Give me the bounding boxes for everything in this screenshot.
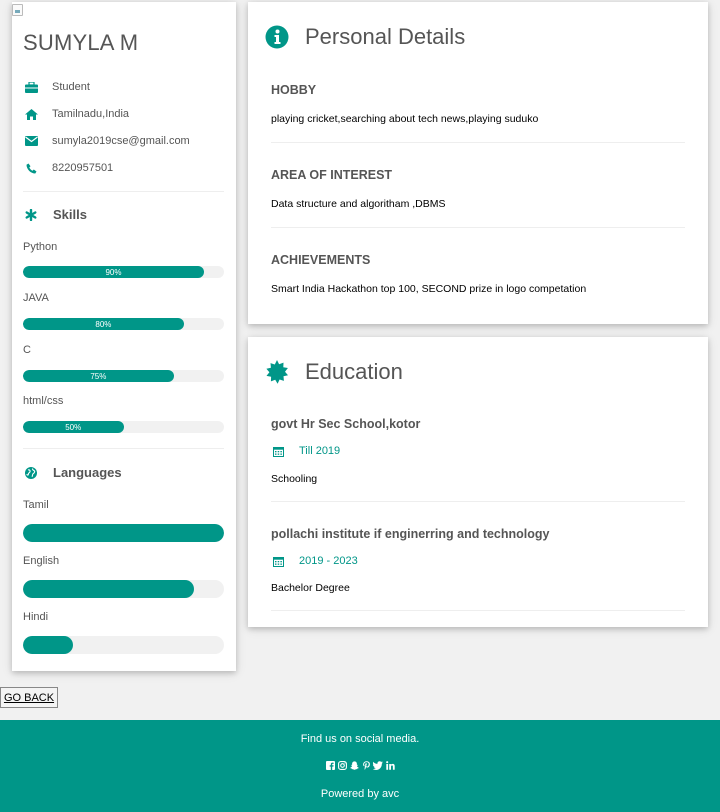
skills-heading: Skills [24,207,87,222]
date-text: Till 2019 [299,445,341,457]
linkedin-icon[interactable] [385,760,395,770]
language-bar [23,524,224,542]
snapchat-icon[interactable] [349,760,359,770]
language-label: English [23,555,60,567]
language-label: Tamil [23,499,49,511]
profile-image [12,4,23,16]
occupation-text: Student [52,81,90,93]
skill-bar-fill: 90% [23,266,204,278]
personal-details-title: Personal Details [305,24,466,49]
languages-heading: Languages [24,465,122,480]
skill-label: Python [23,241,58,253]
language-bar-fill [23,580,194,598]
skill-bar-fill: 80% [23,318,184,330]
occupation-row: Student [24,79,90,95]
language-bar-fill [23,636,74,654]
email-row: sumyla2019cse@gmail.com [24,133,190,149]
hobby-heading: HOBBY [271,83,317,97]
achievements-heading: ACHIEVEMENTS [271,253,371,267]
personal-details-heading: Personal Details [265,24,465,50]
education-title: Education [305,359,403,384]
skill-label: C [23,344,31,356]
skills-title: Skills [53,207,87,222]
education-heading: Education [265,359,403,385]
location-row: Tamilnadu,India [24,106,129,122]
date-row: Till 2019 [273,445,340,457]
skill-bar: 75% [23,370,224,382]
date-row: 2019 - 2023 [273,555,358,567]
home-icon [24,108,38,120]
degree-text: Schooling [271,473,318,485]
skill-bar: 90% [23,266,224,278]
phone-row: 8220957501 [24,160,113,176]
divider [271,142,685,143]
language-label: Hindi [23,611,49,623]
find-us-text: Find us on social media. [300,733,420,745]
profile-name: SUMYLA M [23,30,139,55]
language-bar-fill [23,524,224,542]
asterisk-icon [24,208,38,222]
envelope-icon [24,135,38,147]
personal-details-card: Personal Details HOBBY playing cricket,s… [248,2,708,324]
profile-card: SUMYLA M Student Tamilnadu,India sumyla2… [12,2,236,671]
instagram-icon[interactable] [337,760,347,770]
divider [271,227,685,228]
skill-label: html/css [23,395,64,407]
education-card: Education govt Hr Sec School,kotor Till … [248,337,708,627]
languages-title: Languages [53,465,122,480]
school-name: pollachi institute if enginerring and te… [271,527,550,541]
info-circle-icon [265,25,289,49]
skill-bar: 80% [23,318,224,330]
pinterest-icon[interactable] [361,760,371,770]
divider [271,501,685,502]
skill-bar-fill: 50% [23,421,124,433]
interest-heading: AREA OF INTEREST [271,168,393,182]
phone-text: 8220957501 [52,162,114,174]
location-text: Tamilnadu,India [52,108,130,120]
twitter-icon[interactable] [373,760,383,770]
powered-by-text: Powered by avc [320,788,400,800]
language-bar [23,580,224,598]
facebook-icon[interactable] [325,760,335,770]
certificate-icon [265,360,289,384]
school-name: govt Hr Sec School,kotor [271,417,421,431]
briefcase-icon [24,81,38,93]
hobby-text: playing cricket,searching about tech new… [271,113,539,125]
divider [23,191,224,192]
email-text: sumyla2019cse@gmail.com [52,135,190,147]
skill-bar-fill: 75% [23,370,174,382]
skill-bar: 50% [23,421,224,433]
achievements-text: Smart India Hackathon top 100, SECOND pr… [271,283,587,295]
divider [23,448,224,449]
degree-text: Bachelor Degree [271,582,350,594]
phone-icon [24,162,38,174]
divider [271,610,685,611]
date-text: 2019 - 2023 [299,555,358,567]
language-bar [23,636,224,654]
interest-text: Data structure and algoritham ,DBMS [271,198,446,210]
go-back-button[interactable]: GO BACK [0,687,58,708]
calendar-icon [273,556,284,567]
calendar-icon [273,446,284,457]
globe-icon [24,466,38,480]
skill-label: JAVA [23,292,49,304]
footer: Find us on social media. Powered by avc [0,720,720,812]
social-links [0,760,720,770]
